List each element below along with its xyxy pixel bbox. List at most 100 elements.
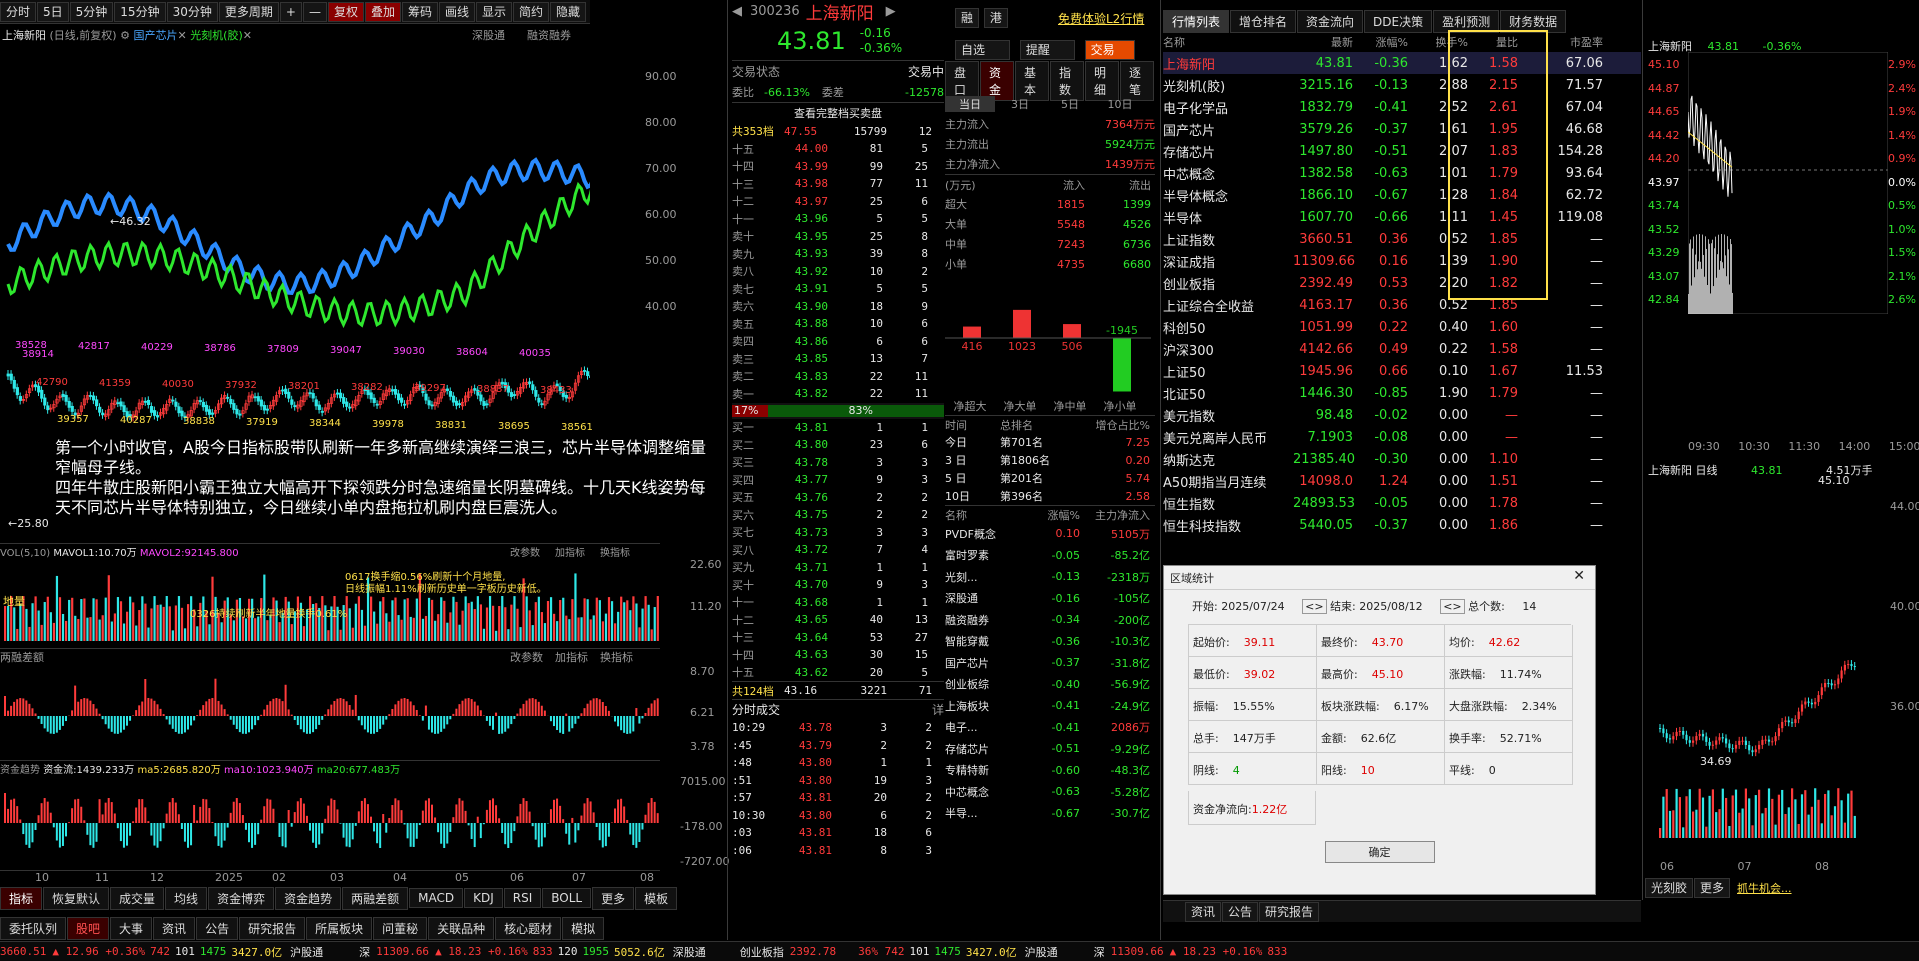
sector-row[interactable]: 智能穿戴 -0.36 -10.3亿 <box>945 631 1155 653</box>
list-tab[interactable]: 增仓排名 <box>1230 10 1296 33</box>
quote-row[interactable]: 中芯概念 1382.58 -0.63 1.01 1.79 93.64 <box>1163 162 1641 184</box>
bid-row[interactable]: 买四 43.77 9 3 <box>732 471 944 489</box>
ask-row[interactable]: 卖二 43.83 22 11 <box>732 368 944 386</box>
opportunity-link[interactable]: 抓牛机会... <box>1737 880 1792 896</box>
fund-tab[interactable]: 资金 <box>980 61 1014 101</box>
ind-tab[interactable]: 两融差额 <box>342 887 408 910</box>
bid-row[interactable]: 十一 43.68 1 1 <box>732 594 944 612</box>
period-5min[interactable]: 5分钟 <box>70 2 114 22</box>
chips-button[interactable]: 筹码 <box>402 2 438 22</box>
ask-row[interactable]: 卖四 43.86 6 6 <box>732 333 944 351</box>
bottom-tab[interactable]: 核心题材 <box>495 917 561 940</box>
quote-row[interactable]: 创业板指 2392.49 0.53 2.20 1.82— <box>1163 272 1641 294</box>
ask-row[interactable]: 卖三 43.85 13 7 <box>732 350 944 368</box>
fund-tab[interactable]: 逐笔 <box>1120 61 1154 101</box>
bid-row[interactable]: 十四 43.63 30 15 <box>732 646 944 664</box>
sector-row[interactable]: 融资融券 -0.34 -200亿 <box>945 609 1155 631</box>
bid-row[interactable]: 买六 43.75 2 2 <box>732 506 944 524</box>
list-tab[interactable]: 行情列表 <box>1163 10 1229 33</box>
margin-link-add[interactable]: 加指标 <box>555 649 588 665</box>
sector-row[interactable]: 国产芯片 -0.37 -31.8亿 <box>945 652 1155 674</box>
ind-tab[interactable]: 资金博弈 <box>208 887 274 910</box>
sector-row[interactable]: 存储芯片 -0.51 -9.29亿 <box>945 738 1155 760</box>
display-button[interactable]: 显示 <box>476 2 512 22</box>
ind-tab[interactable]: 更多 <box>592 887 634 910</box>
end-prev-button[interactable]: <> <box>1440 599 1464 614</box>
quote-row[interactable]: 上证指数 3660.51 0.36 0.52 1.85— <box>1163 228 1641 250</box>
ask-row[interactable]: 十五 44.00 81 5 <box>732 140 944 158</box>
ask-row[interactable]: 十一 43.96 5 5 <box>732 210 944 228</box>
zoom-in-button[interactable]: + <box>280 2 302 22</box>
period-30min[interactable]: 30分钟 <box>167 2 218 22</box>
fund-tab[interactable]: 指数 <box>1050 61 1084 101</box>
mini-tab[interactable]: 更多 <box>1694 878 1730 898</box>
ask-row[interactable]: 卖七 43.91 5 5 <box>732 280 944 298</box>
close-icon[interactable]: ✕ <box>1573 568 1585 584</box>
adjust-button[interactable]: 复权 <box>328 2 364 22</box>
ask-row[interactable]: 十三 43.98 77 11 <box>732 175 944 193</box>
link-sgt[interactable]: 深股通 <box>472 27 505 43</box>
quote-row[interactable]: 北证50 1446.30 -0.85 1.90 1.79 — <box>1163 382 1641 404</box>
bid-row[interactable]: 买三 43.78 3 3 <box>732 454 944 472</box>
ind-tab[interactable]: 资金趋势 <box>275 887 341 910</box>
bottom-tab[interactable]: 资讯 <box>153 917 195 940</box>
sector-row[interactable]: 上海板块 -0.41 -24.9亿 <box>945 695 1155 717</box>
vol-link-add[interactable]: 加指标 <box>555 544 585 559</box>
fund-tab[interactable]: 盘口 <box>945 61 979 101</box>
link-rzrq[interactable]: 融资融券 <box>527 27 571 43</box>
period-tab[interactable]: 3日 <box>995 96 1045 112</box>
rb-tab[interactable]: 公告 <box>1222 902 1258 922</box>
quote-row[interactable]: 半导体 1607.70 -0.66 1.11 1.45 119.08 <box>1163 206 1641 228</box>
prev-stock-icon[interactable]: ◀ <box>732 4 742 19</box>
quote-row[interactable]: 存储芯片 1497.80 -0.51 2.07 1.83 154.28 <box>1163 140 1641 162</box>
quote-row[interactable]: 国产芯片 3579.26 -0.37 1.61 1.95 46.68 <box>1163 118 1641 140</box>
list-tab[interactable]: 资金流向 <box>1297 10 1363 33</box>
bottom-tab[interactable]: 问董秘 <box>373 917 427 940</box>
bid-row[interactable]: 十五 43.62 20 5 <box>732 664 944 682</box>
period-5day[interactable]: 5日 <box>37 2 69 22</box>
quote-row[interactable]: 光刻机(胶) 3215.16 -0.13 2.88 2.15 71.57 <box>1163 74 1641 96</box>
bid-row[interactable]: 买五 43.76 2 2 <box>732 489 944 507</box>
quote-row[interactable]: 纳斯达克 21385.40 -0.30 0.00 1.10 — <box>1163 448 1641 470</box>
ind-tab[interactable]: RSI <box>504 888 542 908</box>
period-tab[interactable]: 10日 <box>1095 96 1145 112</box>
gear-icon[interactable]: ⚙ <box>120 29 130 42</box>
bottom-tab[interactable]: 研究报告 <box>239 917 305 940</box>
quote-row[interactable]: 沪深300 4142.66 0.49 0.22 1.58 — <box>1163 338 1641 360</box>
overlay-chip[interactable]: 国产芯片 <box>133 29 177 42</box>
alert-button[interactable]: 提醒 <box>1020 40 1075 60</box>
bid-row[interactable]: 买一 43.81 1 1 <box>732 419 944 437</box>
period-fenshi[interactable]: 分时 <box>0 2 36 22</box>
quote-row[interactable]: 科创50 1051.99 0.22 0.40 1.60 — <box>1163 316 1641 338</box>
rb-tab[interactable]: 资讯 <box>1185 902 1221 922</box>
bid-row[interactable]: 买二 43.80 23 6 <box>732 436 944 454</box>
bid-row[interactable]: 买九 43.71 1 1 <box>732 559 944 577</box>
ask-row[interactable]: 卖十 43.95 25 8 <box>732 228 944 246</box>
mini-tab[interactable]: 光刻胶 <box>1645 878 1693 898</box>
next-stock-icon[interactable]: ▶ <box>886 4 896 19</box>
sector-row[interactable]: 专精特新 -0.60 -48.3亿 <box>945 760 1155 782</box>
quote-row[interactable]: A50期指当月连续 14098.0 1.24 0.00 1.51 — <box>1163 470 1641 492</box>
vol-link-param[interactable]: 改参数 <box>510 544 540 559</box>
zoom-out-button[interactable]: — <box>303 2 327 22</box>
bottom-tab[interactable]: 股吧 <box>67 917 109 940</box>
daily-chart[interactable] <box>1645 478 1860 858</box>
ind-tab[interactable]: BOLL <box>542 888 591 908</box>
quote-row[interactable]: 上证50 1945.96 0.66 0.10 1.67 11.53 <box>1163 360 1641 382</box>
hide-button[interactable]: 隐藏 <box>550 2 586 22</box>
period-tab[interactable]: 5日 <box>1045 96 1095 112</box>
overlay-litho[interactable]: 光刻机(胶) <box>190 29 243 42</box>
sector-row[interactable]: 光刻... -0.13 -2318万 <box>945 566 1155 588</box>
quote-row[interactable]: 上证综合全收益 4163.17 0.36 0.52 1.85— <box>1163 294 1641 316</box>
sector-row[interactable]: PVDF概念 0.10 5105万 <box>945 523 1155 545</box>
fund-tab[interactable]: 基本 <box>1015 61 1049 101</box>
ind-tab[interactable]: 均线 <box>165 887 207 910</box>
margin-link-param[interactable]: 改参数 <box>510 649 543 665</box>
quote-row[interactable]: 半导体概念 1866.10 -0.67 1.28 1.84 62.72 <box>1163 184 1641 206</box>
watchlist-button[interactable]: 自选 <box>955 40 1010 60</box>
overlay-button[interactable]: 叠加 <box>365 2 401 22</box>
quote-row[interactable]: 电子化学品 1832.79 -0.41 2.52 2.61 67.04 <box>1163 96 1641 118</box>
ask-row[interactable]: 卖一 43.82 22 11 <box>732 385 944 403</box>
ask-row[interactable]: 十二 43.97 25 6 <box>732 193 944 211</box>
period-15min[interactable]: 15分钟 <box>114 2 165 22</box>
